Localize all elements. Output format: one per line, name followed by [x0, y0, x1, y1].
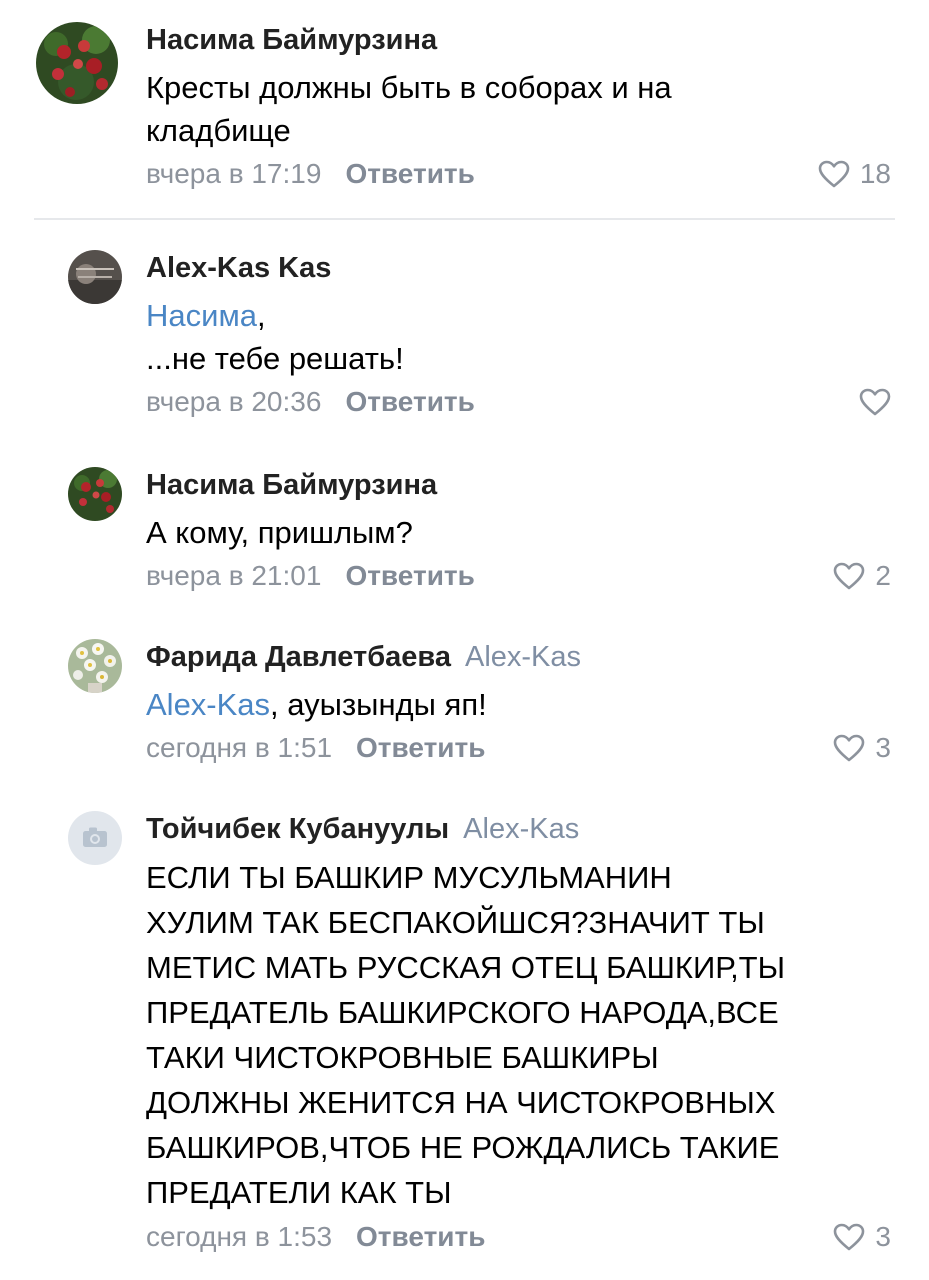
comment-text: Alex-Kas, ауызынды яп!	[146, 683, 899, 726]
mention-link[interactable]: Alex-Kas	[146, 687, 270, 722]
divider	[34, 218, 895, 220]
text-line: ПРЕДАТЕЛЬ БАШКИРСКОГО НАРОДА,ВСЕ	[146, 995, 779, 1030]
text-line: кладбище	[146, 113, 291, 148]
text-line: ...не тебе решать!	[146, 341, 404, 376]
author-name[interactable]: Насима Баймурзина	[146, 469, 437, 501]
author-name[interactable]: Тойчибек Кубануулы	[146, 813, 449, 845]
text-line: Кресты должны быть в соборах и на	[146, 70, 672, 105]
comment-meta: сегодня в 1:53 Ответить 3	[146, 1217, 899, 1257]
avatar[interactable]	[36, 22, 118, 104]
comment-meta: сегодня в 1:51 Ответить 3	[146, 728, 899, 768]
dark-photo-avatar-icon	[68, 250, 122, 304]
text-line: Насима,	[146, 298, 266, 333]
author-name[interactable]: Alex-Kas Kas	[146, 252, 331, 284]
comment-time[interactable]: сегодня в 1:53	[146, 1221, 332, 1252]
comment-author[interactable]: Alex-Kas Kas	[146, 250, 899, 286]
text-line: ХУЛИМ ТАК БЕСПАКОЙШСЯ?ЗНАЧИТ ТЫ	[146, 905, 765, 940]
like-button[interactable]: 18	[818, 154, 891, 194]
comment-time[interactable]: вчера в 20:36	[146, 386, 321, 417]
comment-text: Кресты должны быть в соборах и на кладби…	[146, 66, 899, 152]
reply-to-name[interactable]: Alex-Kas	[463, 813, 579, 845]
comment-author[interactable]: Фарида Давлетбаева Alex-Kas	[146, 639, 899, 675]
like-count: 3	[875, 732, 891, 763]
heart-icon	[834, 562, 865, 590]
comment-author[interactable]: Насима Баймурзина	[146, 22, 899, 58]
text-line: БАШКИРОВ,ЧТОБ НЕ РОЖДАЛИСЬ ТАКИЕ	[146, 1130, 780, 1165]
like-button[interactable]: 3	[833, 728, 891, 768]
heart-icon	[859, 388, 891, 416]
text-line: ПРЕДАТЕЛИ КАК ТЫ	[146, 1175, 452, 1210]
like-button[interactable]: 3	[833, 1217, 891, 1257]
like-count: 18	[859, 158, 891, 189]
like-button[interactable]	[859, 382, 891, 422]
avatar[interactable]	[68, 639, 122, 693]
avatar[interactable]	[68, 467, 122, 521]
text-line: ТАКИ ЧИСТОКРОВНЫЕ БАШКИРЫ	[146, 1040, 659, 1075]
comment-time[interactable]: вчера в 17:19	[146, 158, 321, 189]
reply-button[interactable]: Ответить	[345, 386, 474, 417]
mention-link[interactable]: Насима	[146, 298, 257, 333]
comment-meta: вчера в 21:01 Ответить 2	[146, 556, 899, 596]
text-line: Alex-Kas, ауызынды яп!	[146, 683, 899, 726]
daisies-avatar-icon	[68, 639, 122, 693]
comment-text: А кому, пришлым?	[146, 511, 899, 554]
comment-time[interactable]: вчера в 21:01	[146, 560, 321, 591]
like-count: 2	[875, 560, 891, 591]
comment-meta: вчера в 17:19 Ответить 18	[146, 154, 899, 194]
red-flowers-avatar-icon	[68, 467, 122, 521]
reply-button[interactable]: Ответить	[356, 732, 485, 763]
reply-button[interactable]: Ответить	[345, 560, 474, 591]
comment-text: Насима, ...не тебе решать!	[146, 294, 899, 380]
camera-placeholder-avatar-icon	[68, 811, 122, 865]
text-line: ЕСЛИ ТЫ БАШКИР МУСУЛЬМАНИН	[146, 860, 672, 895]
red-flowers-avatar-icon	[36, 22, 118, 104]
heart-icon	[834, 1223, 865, 1251]
comment-author[interactable]: Тойчибек Кубануулы Alex-Kas	[146, 811, 899, 847]
heart-icon	[818, 160, 850, 188]
text-line: ДОЛЖНЫ ЖЕНИТСЯ НА ЧИСТОКРОВНЫХ	[146, 1085, 776, 1120]
like-count: 3	[875, 1221, 891, 1252]
text-line: А кому, пришлым?	[146, 515, 413, 550]
comment-meta: вчера в 20:36 Ответить	[146, 382, 899, 422]
comment-time[interactable]: сегодня в 1:51	[146, 732, 332, 763]
author-name[interactable]: Фарида Давлетбаева	[146, 641, 451, 673]
comment-author[interactable]: Насима Баймурзина	[146, 467, 899, 503]
avatar[interactable]	[68, 250, 122, 304]
heart-icon	[834, 734, 865, 762]
comment-text: ЕСЛИ ТЫ БАШКИР МУСУЛЬМАНИН ХУЛИМ ТАК БЕС…	[146, 855, 899, 1215]
reply-to-name[interactable]: Alex-Kas	[465, 641, 581, 673]
author-name[interactable]: Насима Баймурзина	[146, 24, 437, 56]
reply-button[interactable]: Ответить	[345, 158, 474, 189]
reply-button[interactable]: Ответить	[356, 1221, 485, 1252]
like-button[interactable]: 2	[833, 556, 891, 596]
text-after-mention: , ауызынды яп!	[270, 687, 487, 722]
text-line: МЕТИС МАТЬ РУССКАЯ ОТЕЦ БАШКИР,ТЫ	[146, 950, 786, 985]
avatar[interactable]	[68, 811, 122, 865]
